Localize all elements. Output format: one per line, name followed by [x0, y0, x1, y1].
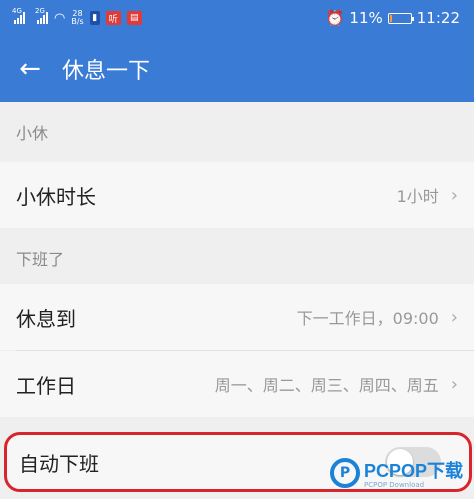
cellular-signal-2-icon: 2G — [35, 7, 48, 24]
row-rest-until[interactable]: 休息到 下一工作日，09:00 › — [0, 284, 474, 350]
signal-1-tag: 4G — [12, 7, 22, 15]
battery-fill — [389, 14, 392, 22]
row-value: 下一工作日，09:00 — [296, 309, 439, 328]
row-label: 小休时长 — [16, 184, 96, 209]
chevron-right-icon: › — [450, 373, 458, 395]
back-button[interactable]: ← — [0, 36, 60, 102]
watermark-main: PCPOP下载 — [364, 461, 464, 481]
battery-percent: 11% — [349, 9, 383, 27]
watermark: P PCPOP下载 PCPOP Download — [330, 452, 470, 494]
mail-app-icon: ▤ — [126, 11, 142, 25]
row-label: 休息到 — [16, 306, 76, 331]
app-bar: ← 休息一下 — [0, 36, 474, 102]
arrow-left-icon: ← — [19, 54, 41, 84]
wifi-icon: ◠ — [54, 10, 66, 26]
row-value: 1小时 — [396, 187, 439, 206]
clock-time: 11:22 — [416, 9, 460, 27]
page-title: 休息一下 — [62, 59, 151, 84]
listen-app-icon: 听 — [105, 11, 121, 25]
status-bar: 4G 2G ◠ 28 B/s ▮ 听 ▤ ⏰ 11% 11:22 — [0, 0, 474, 36]
speed-unit: B/s — [71, 17, 84, 26]
alarm-icon: ⏰ — [325, 9, 345, 27]
section-header-off-work: 下班了 — [0, 228, 474, 288]
battery-icon — [387, 12, 414, 24]
status-right: ⏰ 11% 11:22 — [326, 9, 460, 27]
cellular-signal-icon: 4G — [12, 7, 25, 24]
row-short-break-duration[interactable]: 小休时长 1小时 › — [0, 162, 474, 228]
chevron-right-icon: › — [450, 184, 458, 206]
signal-2-tag: 2G — [35, 7, 45, 15]
row-value: 周一、周二、周三、周四、周五 — [214, 376, 439, 395]
network-speed: 28 B/s — [71, 10, 83, 26]
watermark-text: PCPOP下载 PCPOP Download — [364, 457, 463, 489]
row-label: 自动下班 — [19, 451, 99, 476]
status-left: 4G 2G ◠ 28 B/s ▮ 听 ▤ — [12, 7, 142, 26]
pcpop-logo-icon: P — [330, 458, 360, 488]
chevron-right-icon: › — [450, 306, 458, 328]
notification-app-icon: ▮ — [89, 11, 100, 25]
section-header-short-break: 小休 — [0, 102, 474, 162]
row-workdays[interactable]: 工作日 周一、周二、周三、周四、周五 › — [0, 351, 474, 417]
row-label: 工作日 — [16, 373, 76, 398]
